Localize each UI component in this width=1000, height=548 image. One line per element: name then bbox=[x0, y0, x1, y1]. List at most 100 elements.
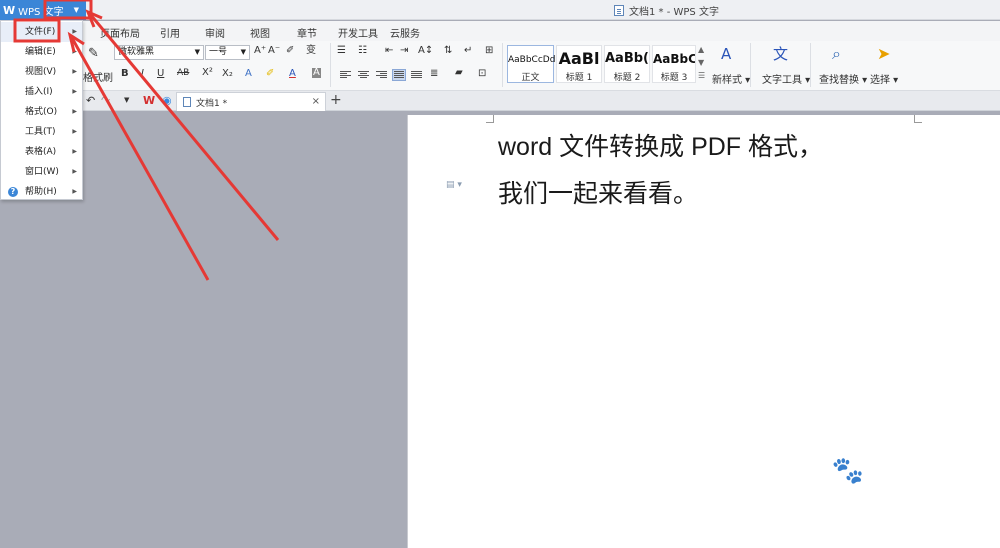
styles-scroll-down-icon[interactable]: ▼ bbox=[698, 59, 704, 67]
menu-item-table[interactable]: 表格(A) ▶ bbox=[1, 142, 82, 162]
select-label: 选择 bbox=[870, 75, 890, 86]
align-justify-icon[interactable] bbox=[392, 69, 406, 81]
style-heading-3[interactable]: AaBbC 标题 3 bbox=[652, 45, 696, 83]
chevron-down-icon: ▼ bbox=[240, 48, 246, 56]
format-painter-icon[interactable]: ✎ bbox=[88, 47, 99, 60]
document-text-line[interactable]: word 文件转换成 PDF 格式， bbox=[498, 127, 823, 163]
new-tab-button[interactable]: + bbox=[330, 92, 342, 108]
format-painter-label[interactable]: 格式刷 bbox=[83, 69, 113, 84]
find-replace-button[interactable]: 查找替换 ▾ bbox=[819, 71, 867, 86]
font-size-value: 一号 bbox=[209, 47, 228, 57]
ribbon-separator bbox=[750, 43, 751, 87]
align-center-icon[interactable] bbox=[358, 71, 369, 80]
character-shading-icon[interactable]: A bbox=[312, 68, 321, 78]
cloud-icon[interactable]: ◉ bbox=[162, 95, 172, 106]
highlight-icon[interactable]: ✐ bbox=[266, 69, 274, 79]
style-name: 标题 1 bbox=[565, 73, 593, 83]
close-icon[interactable]: × bbox=[312, 96, 320, 107]
bullet-list-icon[interactable]: ☰ bbox=[337, 46, 346, 56]
font-family-select[interactable]: 微软雅黑 ▼ bbox=[114, 45, 204, 60]
chevron-down-icon[interactable]: ▼ bbox=[124, 97, 129, 104]
font-color-icon[interactable]: A bbox=[289, 69, 296, 79]
style-heading-1[interactable]: AaBl 标题 1 bbox=[556, 45, 602, 83]
menu-item-file[interactable]: 文件(F) ▶ bbox=[1, 22, 82, 42]
grow-font-icon[interactable]: A⁺ bbox=[254, 46, 266, 56]
styles-scroll-up-icon[interactable]: ▲ bbox=[698, 46, 704, 54]
select-cursor-icon[interactable]: ➤ bbox=[877, 46, 890, 62]
sort-icon[interactable]: ⇅ bbox=[444, 46, 452, 56]
menu-item-insert[interactable]: 插入(I) ▶ bbox=[1, 82, 82, 102]
chevron-right-icon: ▶ bbox=[72, 128, 77, 135]
find-replace-icon[interactable]: ⌕ bbox=[832, 46, 841, 62]
wps-app-menu-button[interactable]: W WPS 文字 ▼ bbox=[0, 0, 86, 20]
text-effect-icon[interactable]: A bbox=[245, 69, 252, 79]
chevron-right-icon: ▶ bbox=[72, 28, 77, 35]
window-title-text: 文档1 * - WPS 文字 bbox=[629, 7, 719, 18]
phonetic-guide-icon[interactable]: 变 bbox=[306, 46, 316, 56]
ribbon-toolbar: ✎ 格式刷 微软雅黑 ▼ 一号 ▼ A⁺ A⁻ ✐ 变 B I U AB X² … bbox=[0, 41, 1000, 91]
margin-corner-mark bbox=[486, 115, 494, 123]
font-family-value: 微软雅黑 bbox=[118, 47, 155, 57]
tab-page-layout[interactable]: 页面布局 bbox=[100, 25, 140, 40]
menu-item-view[interactable]: 视图(V) ▶ bbox=[1, 62, 82, 82]
text-direction-icon[interactable]: A↕ bbox=[418, 46, 433, 56]
line-spacing-icon[interactable]: ≣ bbox=[430, 69, 438, 79]
document-text-line[interactable]: 我们一起来看看。 bbox=[498, 174, 698, 210]
chevron-down-icon[interactable]: ▼ bbox=[74, 6, 79, 14]
tab-developer-tools[interactable]: 开发工具 bbox=[338, 25, 378, 40]
align-left-icon[interactable] bbox=[340, 71, 351, 80]
tab-view[interactable]: 视图 bbox=[250, 25, 270, 40]
paragraph-handle-icon[interactable]: ▤ ▾ bbox=[446, 180, 462, 190]
underline-icon[interactable]: U bbox=[157, 69, 164, 79]
decrease-indent-icon[interactable]: ⇤ bbox=[385, 46, 393, 56]
window-title: 文档1 * - WPS 文字 bbox=[614, 3, 719, 18]
shrink-font-icon[interactable]: A⁻ bbox=[268, 46, 280, 56]
show-marks-icon[interactable]: ↵ bbox=[464, 46, 472, 56]
style-heading-2[interactable]: AaBb( 标题 2 bbox=[604, 45, 650, 83]
redo-icon[interactable]: ↷ bbox=[101, 95, 110, 106]
tab-review[interactable]: 审阅 bbox=[205, 25, 225, 40]
paragraph-shading-icon[interactable]: ▰ bbox=[455, 68, 463, 78]
table-borders-icon[interactable]: ⊞ bbox=[485, 46, 493, 56]
style-sample: AaBbC bbox=[653, 52, 695, 66]
italic-icon[interactable]: I bbox=[141, 69, 144, 79]
menu-item-label: 文件(F) bbox=[25, 27, 56, 37]
numbered-list-icon[interactable]: ☷ bbox=[358, 46, 367, 56]
menu-item-label: 格式(O) bbox=[25, 107, 58, 117]
wps-app-menu-label: WPS 文字 bbox=[18, 6, 64, 18]
chevron-right-icon: ▶ bbox=[72, 68, 77, 75]
distributed-align-icon[interactable] bbox=[411, 71, 422, 80]
menu-item-edit[interactable]: 编辑(E) ▶ bbox=[1, 42, 82, 62]
select-button[interactable]: 选择 ▾ bbox=[870, 71, 898, 86]
wps-logo-icon[interactable]: W bbox=[143, 95, 155, 106]
align-right-icon[interactable] bbox=[376, 71, 387, 80]
font-size-select[interactable]: 一号 ▼ bbox=[205, 45, 250, 60]
strikethrough-icon[interactable]: AB bbox=[177, 69, 189, 78]
new-style-icon[interactable]: A bbox=[721, 47, 731, 62]
menu-item-tools[interactable]: 工具(T) ▶ bbox=[1, 122, 82, 142]
menu-tabs: 页面布局 引用 审阅 视图 章节 开发工具 云服务 bbox=[0, 21, 1000, 41]
menu-item-window[interactable]: 窗口(W) ▶ bbox=[1, 162, 82, 182]
styles-more-icon[interactable]: ☰ bbox=[698, 72, 705, 80]
text-tools-button[interactable]: 文字工具 ▾ bbox=[762, 71, 810, 86]
tab-chapter[interactable]: 章节 bbox=[297, 25, 317, 40]
tab-references[interactable]: 引用 bbox=[160, 25, 180, 40]
text-tools-icon[interactable]: 文 bbox=[773, 47, 788, 62]
style-normal[interactable]: AaBbCcDd 正文 bbox=[507, 45, 556, 83]
superscript-icon[interactable]: X² bbox=[202, 68, 213, 78]
wps-logo-icon: W bbox=[3, 3, 16, 17]
borders-icon[interactable]: ⊡ bbox=[478, 69, 486, 79]
menu-item-label: 编辑(E) bbox=[25, 47, 56, 57]
ribbon-separator bbox=[330, 43, 331, 87]
style-sample: AaBbCcDd bbox=[508, 55, 556, 65]
undo-icon[interactable]: ↶ bbox=[86, 95, 95, 106]
menu-item-help[interactable]: ? 帮助(H) ▶ bbox=[1, 182, 82, 202]
increase-indent-icon[interactable]: ⇥ bbox=[400, 46, 408, 56]
new-style-button[interactable]: 新样式 ▾ bbox=[712, 71, 750, 86]
document-tab[interactable]: 文档1 * × bbox=[176, 92, 326, 111]
subscript-icon[interactable]: X₂ bbox=[222, 69, 233, 79]
bold-icon[interactable]: B bbox=[121, 69, 129, 79]
menu-item-format[interactable]: 格式(O) ▶ bbox=[1, 102, 82, 122]
clear-format-icon[interactable]: ✐ bbox=[286, 46, 294, 56]
tab-cloud-service[interactable]: 云服务 bbox=[390, 25, 420, 40]
